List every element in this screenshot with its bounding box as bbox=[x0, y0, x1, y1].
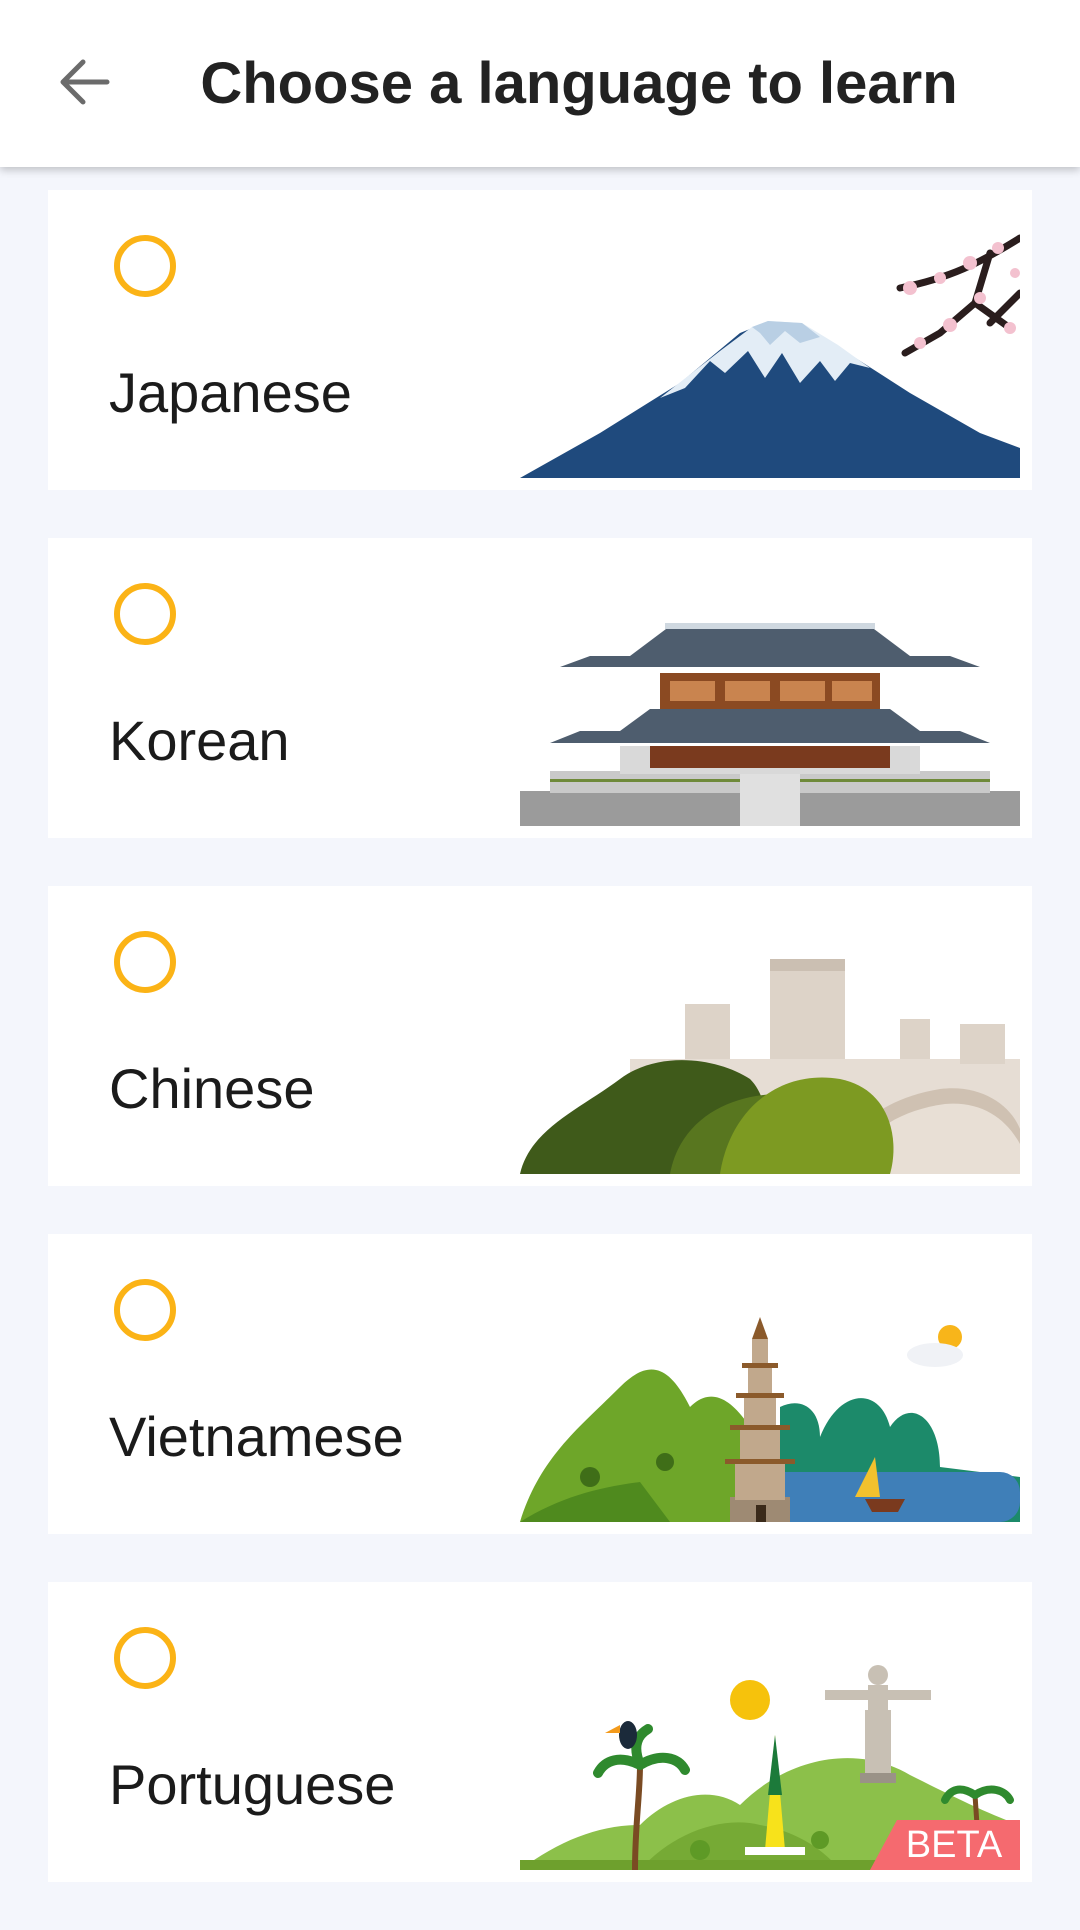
language-list: Japanese Korean Chinese Vietnamese Portu… bbox=[48, 190, 1032, 1930]
language-label: Chinese bbox=[109, 1057, 315, 1120]
language-label: Japanese bbox=[109, 361, 352, 424]
radio-button[interactable] bbox=[114, 1627, 176, 1689]
language-label: Korean bbox=[109, 709, 290, 772]
language-option-japanese[interactable]: Japanese bbox=[48, 190, 1032, 490]
page-title: Choose a language to learn bbox=[200, 51, 958, 116]
radio-button[interactable] bbox=[114, 235, 176, 297]
radio-button[interactable] bbox=[114, 931, 176, 993]
language-label: Portuguese bbox=[109, 1753, 396, 1816]
language-option-portuguese[interactable]: Portuguese BETA bbox=[48, 1582, 1032, 1882]
pagoda-icon bbox=[520, 1277, 1020, 1522]
korean-palace-icon bbox=[520, 581, 1020, 826]
radio-button[interactable] bbox=[114, 583, 176, 645]
language-label: Vietnamese bbox=[109, 1405, 404, 1468]
great-wall-icon bbox=[520, 929, 1020, 1174]
language-option-vietnamese[interactable]: Vietnamese bbox=[48, 1234, 1032, 1534]
mount-fuji-icon bbox=[520, 233, 1020, 478]
language-option-korean[interactable]: Korean bbox=[48, 538, 1032, 838]
language-option-chinese[interactable]: Chinese bbox=[48, 886, 1032, 1186]
app-bar: Choose a language to learn bbox=[0, 0, 1080, 167]
radio-button[interactable] bbox=[114, 1279, 176, 1341]
